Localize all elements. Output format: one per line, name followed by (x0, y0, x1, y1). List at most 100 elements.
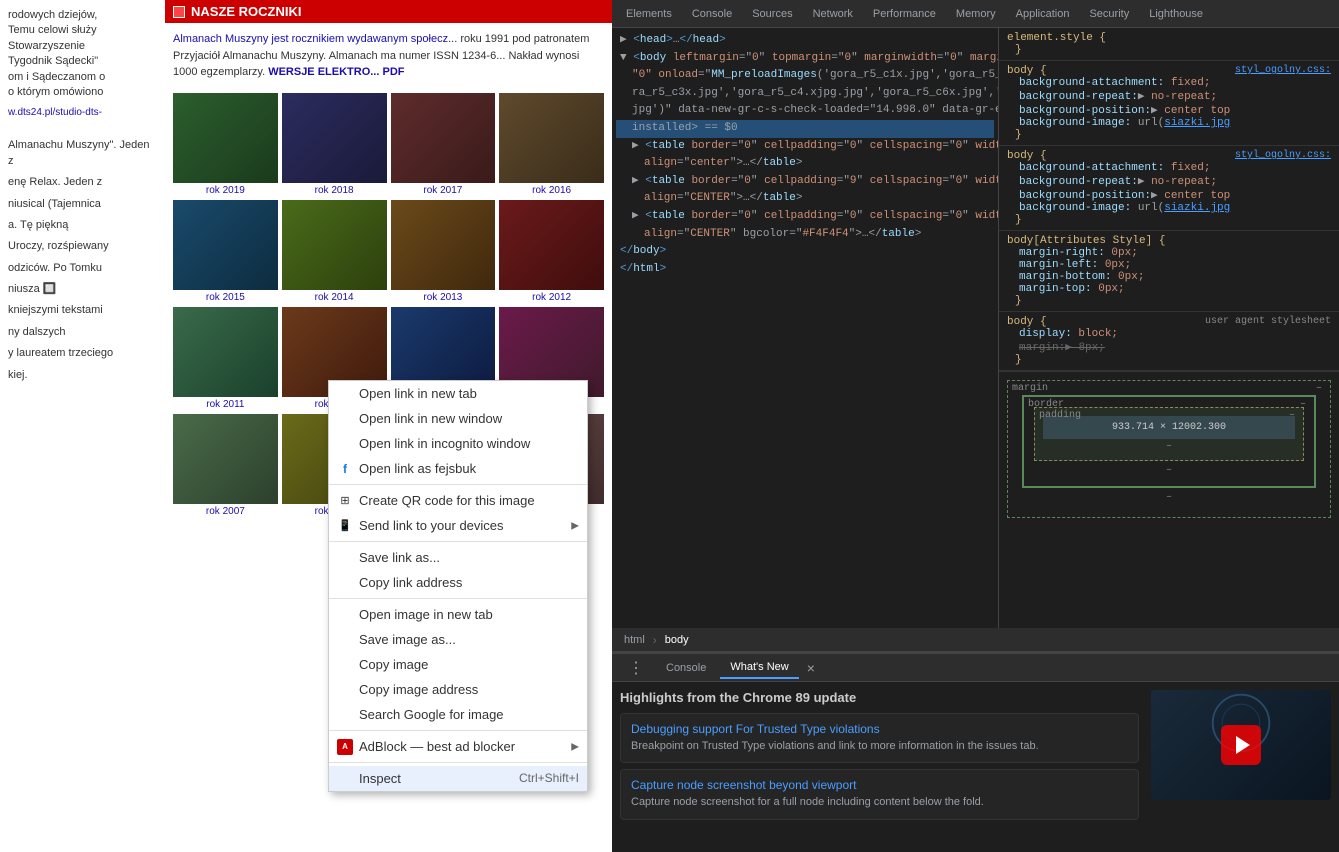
separator-1 (329, 484, 587, 485)
css-prop2-bg-img: background-image: url(siazki.jpg (1019, 202, 1331, 214)
website-panel: rodowych dziejów,Temu celowi służyStowar… (0, 0, 612, 852)
play-arrow-icon (1236, 736, 1250, 754)
tab-sources[interactable]: Sources (742, 4, 802, 24)
book-year-2014: rok 2014 (315, 292, 354, 303)
inspect-shortcut: Ctrl+Shift+I (519, 771, 579, 786)
body-attrs-props: margin-right: 0px; margin-left: 0px; mar… (1007, 247, 1331, 295)
context-save-image-as[interactable]: Save image as... (329, 627, 587, 652)
site-description: Almanach Muszyny jest rocznikiem wydawan… (165, 23, 612, 89)
context-open-incognito[interactable]: Open link in incognito window (329, 431, 587, 456)
tab-application[interactable]: Application (1006, 4, 1080, 24)
feature-desc-trusted-type: Breakpoint on Trusted Type violations an… (631, 739, 1128, 754)
book-2019[interactable]: rok 2019 (173, 93, 278, 196)
book-2017[interactable]: rok 2017 (391, 93, 496, 196)
close-bottom-panel[interactable]: × (803, 658, 819, 678)
breadcrumb-html[interactable]: html (620, 632, 649, 648)
book-2014[interactable]: rok 2014 (282, 200, 387, 303)
html-line-table3: ▶ <table border="0" cellpadding="0" cell… (616, 208, 994, 226)
book-cover-2017 (391, 93, 496, 183)
context-copy-link[interactable]: Copy link address (329, 570, 587, 595)
body-rule-2-source[interactable]: styl_ogolny.css: (1235, 150, 1331, 162)
sidebar-link[interactable]: w.dts24.pl/studio-dts- (8, 107, 102, 118)
devtools-bottom-tabs: ⋮ Console What's New × (612, 654, 1339, 682)
padding-label: padding (1039, 410, 1081, 421)
book-2018[interactable]: rok 2018 (282, 93, 387, 196)
tab-bottom-whatsnew[interactable]: What's New (720, 657, 798, 679)
book-cover-2019 (173, 93, 278, 183)
context-open-fejsbuk[interactable]: f Open link as fejsbuk (329, 456, 587, 481)
tab-network[interactable]: Network (803, 4, 863, 24)
site-header-icon (173, 6, 185, 18)
context-adblock[interactable]: A AdBlock — best ad blocker ▶ (329, 734, 587, 759)
book-2015[interactable]: rok 2015 (173, 200, 278, 303)
margin-bottom-dash: – (1022, 492, 1316, 503)
breadcrumb-body[interactable]: body (661, 632, 693, 648)
open-new-window-label: Open link in new window (359, 411, 502, 426)
css-prop-bg-attach: background-attachment: fixed; (1019, 77, 1331, 89)
padding-bottom-dash: – (1043, 441, 1295, 452)
body-ua-source: user agent stylesheet (1205, 316, 1331, 328)
margin-dash-top: – (1316, 383, 1322, 394)
video-thumbnail[interactable] (1151, 690, 1331, 800)
context-save-link-as[interactable]: Save link as... (329, 545, 587, 570)
book-2016[interactable]: rok 2016 (499, 93, 604, 196)
css-panel[interactable]: element.style { } body { styl_ogolny.css… (999, 28, 1339, 628)
border-layer: border – padding – 933.714 × 12002.300 (1022, 395, 1316, 488)
feature-card-trusted-type[interactable]: Debugging support For Trusted Type viola… (620, 713, 1139, 763)
book-2011[interactable]: rok 2011 (173, 307, 278, 410)
submenu-arrow-adblock: ▶ (571, 741, 579, 752)
html-line-onload1: "0" onload="MM_preloadImages('gora_r5_c1… (616, 67, 994, 85)
body-ua-props: display: block; margin:▶ 8px; (1007, 328, 1331, 354)
context-copy-image-address[interactable]: Copy image address (329, 677, 587, 702)
tab-performance[interactable]: Performance (863, 4, 946, 24)
html-line-onload2: ra_r5_c3x.jpg','gora_r5_c4.xjpg.jpg','go… (616, 85, 994, 103)
body-attrs-close: } (1007, 295, 1331, 307)
context-copy-image[interactable]: Copy image (329, 652, 587, 677)
body-rule-2-props: background-attachment: fixed; background… (1007, 162, 1331, 214)
separator-5 (329, 762, 587, 763)
devtools-menu-dots[interactable]: ⋮ (620, 654, 652, 682)
pdf-link[interactable]: WERSJE ELEKTRO... PDF (268, 66, 404, 78)
html-line-installed: installed> == $0 (616, 120, 994, 138)
context-open-new-window[interactable]: Open link in new window (329, 406, 587, 431)
tab-console[interactable]: Console (682, 4, 742, 24)
book-year-2015: rok 2015 (206, 292, 245, 303)
feature-title-trusted-type: Debugging support For Trusted Type viola… (631, 722, 1128, 736)
book-2012[interactable]: rok 2012 (499, 200, 604, 303)
body-rule-1-source[interactable]: styl_ogolny.css: (1235, 65, 1331, 77)
almanach-link[interactable]: Almanach Muszyny jest rocznikiem wydawan… (173, 33, 457, 45)
separator-3 (329, 598, 587, 599)
book-2007[interactable]: rok 2007 (173, 414, 278, 517)
css-prop2-bg-attach: background-attachment: fixed; (1019, 162, 1331, 174)
context-inspect[interactable]: Inspect Ctrl+Shift+I (329, 766, 587, 791)
book-year-2018: rok 2018 (315, 185, 354, 196)
tab-memory[interactable]: Memory (946, 4, 1006, 24)
open-new-tab-label: Open link in new tab (359, 386, 477, 401)
context-send-link[interactable]: 📱 Send link to your devices ▶ (329, 513, 587, 538)
play-button[interactable] (1221, 725, 1261, 765)
html-line-table1: ▶ <table border="0" cellpadding="0" cell… (616, 138, 994, 156)
copy-link-label: Copy link address (359, 575, 462, 590)
css-margin-top: margin-top: 0px; (1019, 283, 1331, 295)
tab-bottom-console[interactable]: Console (656, 658, 716, 678)
devtools-main: ▶ <head>…</head> ▼ <body leftmargin="0" … (612, 28, 1339, 628)
book-year-2012: rok 2012 (532, 292, 571, 303)
css-prop2-bg-repeat: background-repeat:▶ no-repeat; (1019, 174, 1331, 188)
context-open-new-tab[interactable]: Open link in new tab (329, 381, 587, 406)
tab-elements[interactable]: Elements (616, 4, 682, 24)
breadcrumb-sep: › (653, 633, 657, 647)
html-panel[interactable]: ▶ <head>…</head> ▼ <body leftmargin="0" … (612, 28, 999, 628)
tab-security[interactable]: Security (1079, 4, 1139, 24)
padding-layer: padding – 933.714 × 12002.300 – (1034, 407, 1304, 461)
book-year-2017: rok 2017 (423, 185, 462, 196)
context-search-google-image[interactable]: Search Google for image (329, 702, 587, 727)
body-attrs-section: body[Attributes Style] { margin-right: 0… (999, 231, 1339, 312)
body-ua-selector: body { (1007, 316, 1047, 328)
book-2013[interactable]: rok 2013 (391, 200, 496, 303)
html-line-table3b: align="CENTER" bgcolor="#F4F4F4">…</tabl… (616, 226, 994, 244)
body-rule-2-section: body { styl_ogolny.css: background-attac… (999, 146, 1339, 231)
feature-card-screenshot[interactable]: Capture node screenshot beyond viewport … (620, 769, 1139, 819)
context-create-qr[interactable]: ⊞ Create QR code for this image (329, 488, 587, 513)
tab-lighthouse[interactable]: Lighthouse (1139, 4, 1213, 24)
context-open-image-tab[interactable]: Open image in new tab (329, 602, 587, 627)
